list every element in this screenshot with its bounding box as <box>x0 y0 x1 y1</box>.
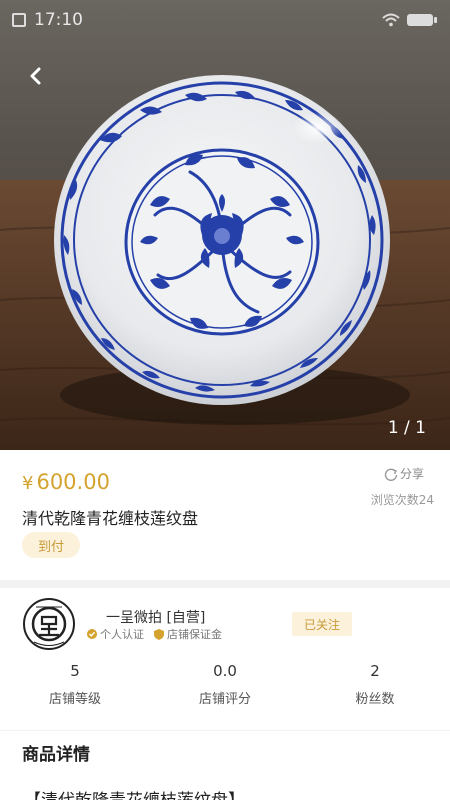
badge-personal: 个人认证 <box>87 626 144 642</box>
battery-icon <box>407 14 437 26</box>
payment-tag: 到付 <box>22 532 80 558</box>
share-button[interactable]: 分享 <box>384 465 424 482</box>
image-counter: 1 / 1 <box>387 418 426 438</box>
product-title: 清代乾隆青花缠枝莲纹盘 <box>22 509 199 528</box>
status-time: 17:10 <box>34 10 83 30</box>
price-value: 600.00 <box>36 470 110 494</box>
stat-label: 粉丝数 <box>355 692 395 707</box>
badge-deposit-label: 店铺保证金 <box>167 628 222 641</box>
shop-stats: 5 店铺等级 0.0 店铺评分 2 粉丝数 <box>0 662 450 707</box>
plate-photo <box>0 0 450 450</box>
stat-label: 店铺等级 <box>48 692 101 707</box>
stat-rating[interactable]: 0.0 店铺评分 <box>150 662 300 707</box>
product-image[interactable] <box>0 0 450 450</box>
product-price: ¥600.00 <box>22 470 110 494</box>
app-icon <box>12 13 26 27</box>
stat-value: 2 <box>370 662 380 680</box>
status-bar: 17:10 <box>0 0 450 40</box>
currency-symbol: ¥ <box>22 473 34 494</box>
stat-value: 0.0 <box>213 662 237 680</box>
wifi-icon <box>382 13 400 27</box>
share-label: 分享 <box>400 467 425 481</box>
back-button[interactable] <box>22 62 50 90</box>
stat-level[interactable]: 5 店铺等级 <box>0 662 150 707</box>
view-count: 浏览次数24 <box>370 493 434 507</box>
badge-personal-label: 个人认证 <box>100 628 144 641</box>
shop-seal-logo <box>22 597 76 651</box>
stat-fans[interactable]: 2 粉丝数 <box>300 662 450 707</box>
verified-icon <box>87 629 97 639</box>
detail-heading: 商品详情 <box>22 745 90 765</box>
shop-logo[interactable] <box>22 597 76 651</box>
badge-deposit: 店铺保证金 <box>154 626 222 642</box>
detail-first-line: 【清代乾隆青花缠枝莲纹盘】 <box>24 786 245 800</box>
shop-name[interactable]: 一呈微拍 [自营] <box>106 607 205 627</box>
follow-button[interactable]: 已关注 <box>292 612 352 636</box>
shield-icon <box>154 628 164 640</box>
screen: 17:10 1 / 1 ¥600.00 分享 浏览次数24 清代乾隆青花缠枝莲纹… <box>0 0 450 800</box>
shop-badges: 个人认证 店铺保证金 <box>87 626 222 642</box>
stat-value: 5 <box>70 662 80 680</box>
chevron-left-icon <box>30 67 41 85</box>
stat-label: 店铺评分 <box>198 692 251 707</box>
share-icon <box>384 468 398 481</box>
status-right <box>382 13 438 27</box>
